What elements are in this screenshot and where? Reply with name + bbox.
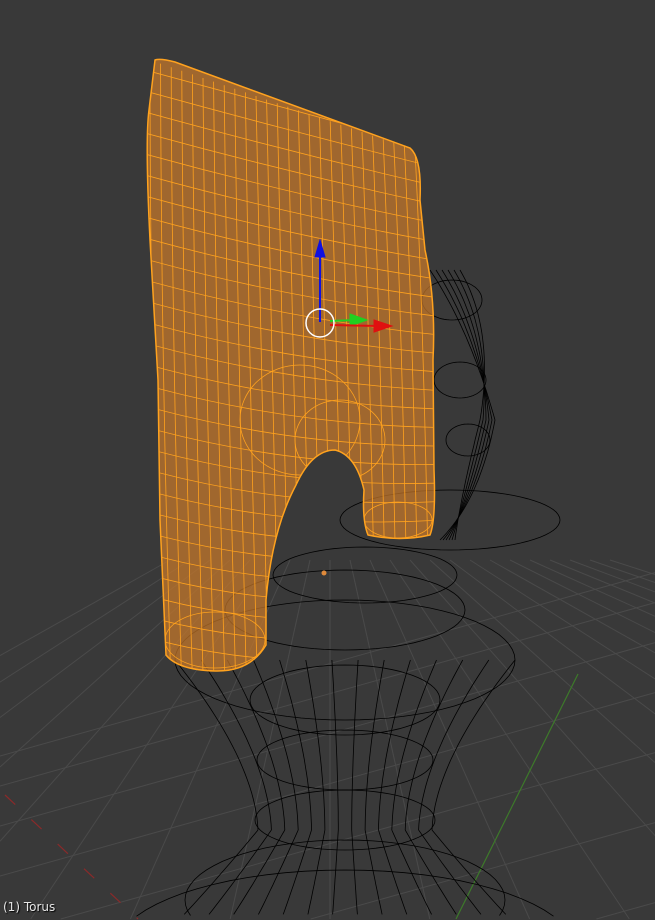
gizmo-x-axis[interactable] bbox=[329, 324, 379, 327]
object-info-label: (1) Torus bbox=[3, 900, 56, 914]
pawn-meridian bbox=[445, 419, 490, 541]
grid-line bbox=[429, 559, 655, 763]
grid-line bbox=[409, 559, 655, 836]
pawn-meridian bbox=[404, 659, 464, 831]
viewport-scene[interactable] bbox=[0, 0, 655, 920]
pawn-ring bbox=[445, 423, 491, 457]
pawn-meridian bbox=[448, 419, 487, 541]
torus-selected-mesh[interactable] bbox=[145, 58, 440, 701]
grid-line bbox=[0, 602, 655, 787]
pawn-meridian bbox=[454, 419, 481, 541]
3d-viewport[interactable]: (1) Torus bbox=[0, 0, 655, 920]
grid-line bbox=[549, 559, 655, 604]
pawn-meridian bbox=[305, 659, 326, 831]
torus-wire-line bbox=[145, 679, 440, 701]
floor-grid bbox=[0, 559, 655, 920]
pawn-meridian bbox=[183, 829, 259, 915]
grid-line bbox=[596, 902, 655, 920]
object-origin-dot bbox=[321, 570, 327, 576]
pawn-meridian bbox=[418, 829, 482, 915]
pawn-meridian bbox=[174, 659, 259, 831]
pawn-meridian bbox=[391, 659, 437, 831]
grid-line bbox=[469, 559, 655, 680]
pawn-ring bbox=[272, 546, 458, 604]
grid-line bbox=[369, 559, 531, 920]
grid-line bbox=[0, 559, 171, 657]
pawn-meridian bbox=[307, 829, 326, 915]
pawn-meridian bbox=[351, 829, 358, 915]
grid-line bbox=[0, 692, 655, 877]
pawn-meridian bbox=[364, 659, 385, 831]
y-axis-line bbox=[455, 673, 579, 920]
grid-line bbox=[310, 822, 655, 920]
pawn-ring bbox=[256, 729, 434, 791]
pawn-meridian bbox=[253, 659, 299, 831]
grid-line bbox=[609, 559, 655, 575]
grid-line bbox=[60, 752, 655, 920]
pawn-meridian bbox=[439, 419, 496, 541]
pawn-meridian bbox=[431, 829, 507, 915]
grid-line bbox=[449, 559, 655, 715]
pawn-meridian bbox=[331, 659, 339, 830]
pawn-meridian bbox=[200, 659, 272, 831]
